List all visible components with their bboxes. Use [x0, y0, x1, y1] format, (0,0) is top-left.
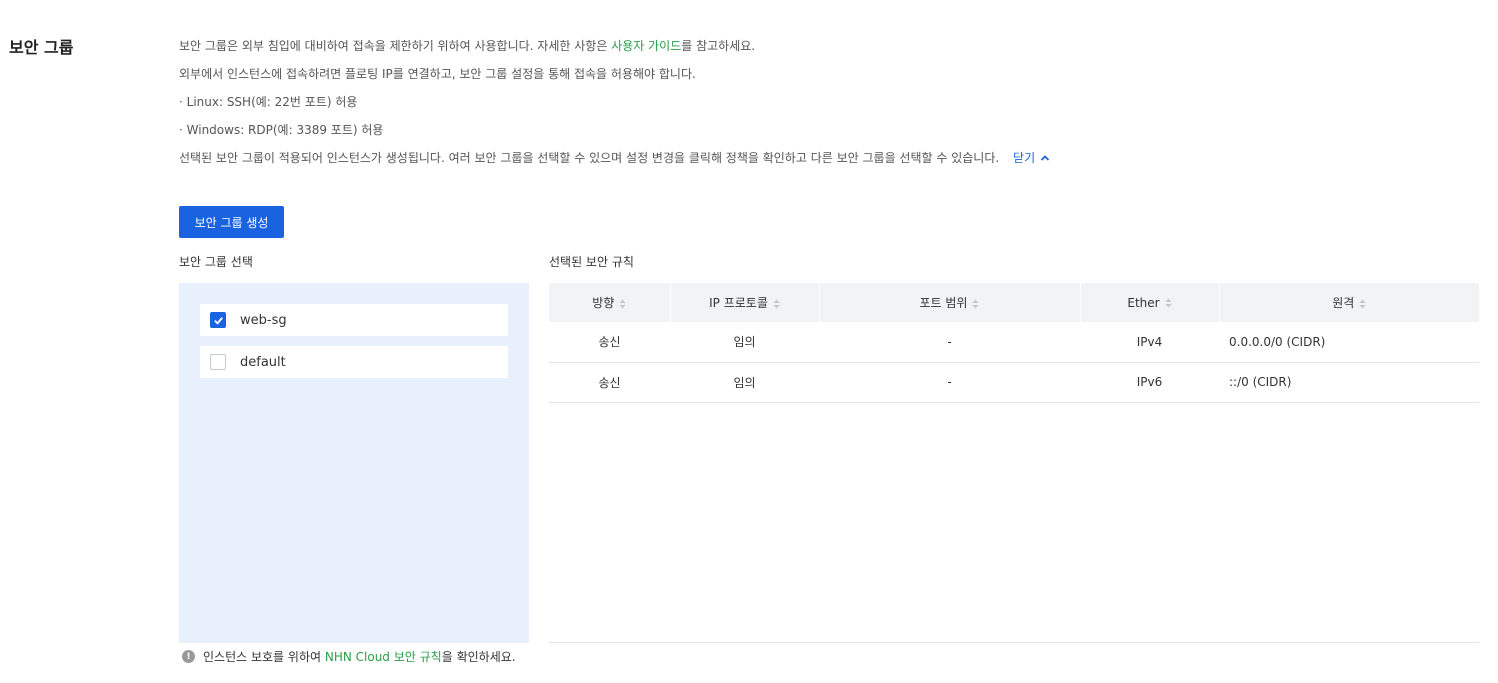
security-group-name: default — [240, 354, 286, 370]
sort-icon — [773, 299, 780, 309]
create-security-group-button[interactable]: 보안 그룹 생성 — [179, 206, 284, 238]
sort-icon — [972, 299, 979, 309]
column-header-port-range[interactable]: 포트 범위 — [819, 283, 1081, 322]
cell-port-range: - — [819, 362, 1080, 403]
header-label: Ether — [1127, 295, 1160, 310]
description-line-5: 선택된 보안 그룹이 적용되어 인스턴스가 생성됩니다. 여러 보안 그룹을 선… — [179, 148, 1479, 176]
check-icon — [213, 316, 223, 325]
column-header-remote[interactable]: 원격 — [1219, 283, 1479, 322]
selected-rules-label: 선택된 보안 규칙 — [549, 255, 634, 269]
description: 보안 그룹은 외부 침입에 대비하여 접속을 제한하기 위하여 사용합니다. 자… — [179, 36, 1479, 176]
notice-text-after: 을 확인하세요. — [441, 650, 516, 664]
close-toggle[interactable]: 닫기 — [1013, 148, 1050, 168]
cell-protocol: 임의 — [670, 362, 819, 403]
cell-ether: IPv4 — [1080, 322, 1219, 363]
header-label: IP 프로토콜 — [709, 296, 768, 310]
close-label: 닫기 — [1013, 151, 1036, 165]
description-line-1: 보안 그룹은 외부 침입에 대비하여 접속을 제한하기 위하여 사용합니다. 자… — [179, 36, 1479, 64]
description-text: 선택된 보안 그룹이 적용되어 인스턴스가 생성됩니다. 여러 보안 그룹을 선… — [179, 151, 1000, 165]
cell-ether: IPv6 — [1080, 362, 1219, 403]
security-rules-table: 방향 IP 프로토콜 포트 범위 Ether 원격 송신 임의 - IPv4 0… — [549, 283, 1479, 403]
description-text: 보안 그룹은 외부 침입에 대비하여 접속을 제한하기 위하여 사용합니다. 자… — [179, 39, 612, 53]
sort-icon — [1359, 299, 1366, 309]
security-group-name: web-sg — [240, 312, 287, 328]
security-group-item[interactable]: default — [200, 346, 508, 378]
description-line-2: 외부에서 인스턴스에 접속하려면 플로팅 IP를 연결하고, 보안 그룹 설정을… — [179, 67, 696, 81]
security-rules-link[interactable]: NHN Cloud 보안 규칙 — [325, 650, 442, 664]
cell-remote: ::/0 (CIDR) — [1219, 362, 1479, 403]
cell-remote: 0.0.0.0/0 (CIDR) — [1219, 322, 1479, 363]
table-header-row: 방향 IP 프로토콜 포트 범위 Ether 원격 — [549, 283, 1479, 322]
header-label: 포트 범위 — [919, 296, 968, 310]
cell-direction: 송신 — [549, 322, 670, 363]
column-header-protocol[interactable]: IP 프로토콜 — [670, 283, 820, 322]
description-text: 를 참고하세요. — [681, 39, 756, 53]
notice-text: 인스턴스 보호를 위하여 NHN Cloud 보안 규칙을 확인하세요. — [203, 648, 516, 665]
table-row: 송신 임의 - IPv6 ::/0 (CIDR) — [549, 362, 1479, 403]
security-group-list: web-sg default — [179, 283, 529, 643]
info-icon: ! — [182, 650, 195, 663]
column-header-ether[interactable]: Ether — [1080, 283, 1220, 322]
column-header-direction[interactable]: 방향 — [549, 283, 671, 322]
cell-direction: 송신 — [549, 362, 670, 403]
section-title: 보안 그룹 — [9, 38, 74, 57]
cell-port-range: - — [819, 322, 1080, 363]
security-group-select-label: 보안 그룹 선택 — [179, 255, 253, 269]
table-divider — [549, 642, 1479, 643]
description-line-4: · Windows: RDP(예: 3389 포트) 허용 — [179, 123, 384, 137]
checkbox-unchecked[interactable] — [210, 354, 226, 370]
notice-text-before: 인스턴스 보호를 위하여 — [203, 650, 325, 664]
table-row: 송신 임의 - IPv4 0.0.0.0/0 (CIDR) — [549, 322, 1479, 363]
header-label: 방향 — [592, 296, 615, 310]
chevron-up-icon — [1040, 155, 1050, 161]
security-notice: ! 인스턴스 보호를 위하여 NHN Cloud 보안 규칙을 확인하세요. — [182, 648, 516, 665]
checkbox-checked[interactable] — [210, 312, 226, 328]
cell-protocol: 임의 — [670, 322, 819, 363]
header-label: 원격 — [1332, 296, 1355, 310]
user-guide-link[interactable]: 사용자 가이드 — [611, 39, 681, 53]
security-group-item[interactable]: web-sg — [200, 304, 508, 336]
description-line-3: · Linux: SSH(예: 22번 포트) 허용 — [179, 95, 358, 109]
sort-icon — [1165, 298, 1172, 308]
sort-icon — [619, 299, 626, 309]
